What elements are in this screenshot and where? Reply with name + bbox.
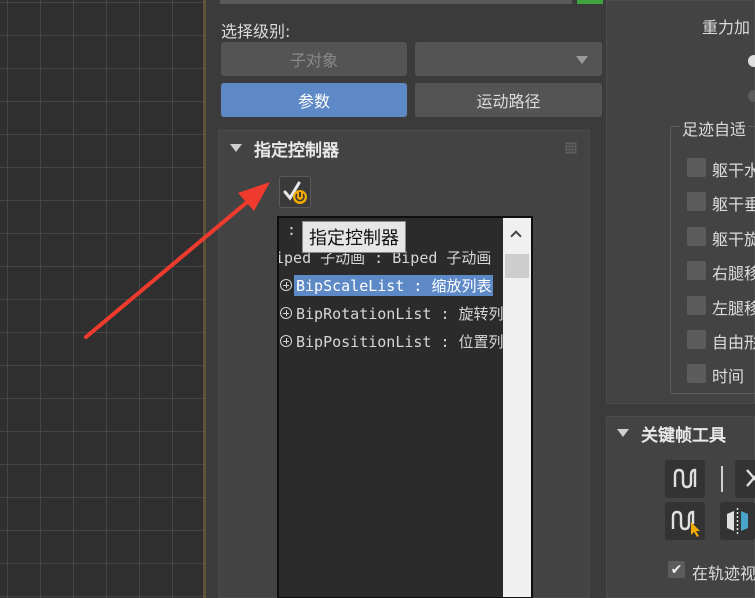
radio-button[interactable] (748, 90, 755, 102)
rollout-title: 指定控制器 (254, 140, 339, 161)
sub-object-button[interactable]: 子对象 (221, 42, 407, 76)
tree-row-label: : (287, 221, 297, 239)
assign-controller-rollout: 指定控制器 : iped 子动画 : Biped 子动画 BipScaleLis… (218, 130, 590, 598)
viewport-grid[interactable] (0, 0, 203, 598)
curve-cursor-icon (671, 510, 700, 537)
rollout-header[interactable]: 指定控制器 (219, 131, 589, 165)
checkbox-label: 躯干旋 (712, 230, 755, 249)
curve-tool-button[interactable] (665, 460, 705, 498)
gravity-label: 重力加 (702, 18, 751, 37)
checkbox-label: 躯干水 (712, 161, 755, 180)
tree-row[interactable]: : (285, 218, 298, 242)
radio-button[interactable] (748, 55, 755, 67)
checkbox[interactable] (687, 261, 706, 280)
checkbox[interactable] (687, 330, 706, 349)
mirror-tool-button[interactable] (720, 502, 755, 540)
delete-key-button[interactable] (735, 460, 755, 498)
keyframe-tools-title: 关键帧工具 (641, 425, 726, 446)
checkbox[interactable] (687, 192, 706, 211)
tree-scrollbar[interactable] (503, 218, 531, 597)
curve-icon (673, 468, 697, 489)
keyframe-tools-header[interactable]: 关键帧工具 (606, 416, 755, 450)
track-view-label: 在轨迹视 (692, 564, 755, 583)
chevron-down-icon (576, 56, 588, 64)
checkbox[interactable] (687, 227, 706, 246)
tree-row-label: BipPositionList : 位置列表 (296, 332, 519, 351)
tree-row-label: BipScaleList : 缩放列表 (294, 274, 494, 296)
color-swatch[interactable] (577, 0, 603, 4)
params-button[interactable]: 参数 (221, 83, 407, 117)
motion-paths-button[interactable]: 运动路径 (415, 83, 602, 117)
checkbox[interactable] (687, 296, 706, 315)
tree-row[interactable]: BipPositionList : 位置列表 (279, 329, 521, 353)
expand-plus-icon[interactable] (280, 335, 292, 347)
chevron-up-icon[interactable] (510, 230, 522, 242)
sub-object-dropdown[interactable] (415, 42, 602, 76)
toolbar-divider (721, 466, 723, 492)
collapse-triangle-icon (617, 429, 629, 437)
checkbox[interactable] (687, 364, 706, 383)
checkbox[interactable] (687, 158, 706, 177)
selection-level-label: 选择级别: (221, 22, 291, 41)
tree-row-selected[interactable]: BipScaleList : 缩放列表 (279, 273, 494, 297)
tooltip: 指定控制器 (302, 221, 406, 253)
assign-controller-icon (283, 181, 307, 204)
track-view-checkbox[interactable]: ✔ (668, 561, 685, 578)
checkbox-label: 左腿移 (712, 299, 755, 318)
mirror-icon (727, 508, 748, 534)
expand-plus-icon[interactable] (280, 307, 292, 319)
checkbox-label: 自由形 (712, 333, 755, 352)
assign-controller-button[interactable] (279, 176, 311, 208)
checkbox-label: 时间 (712, 367, 745, 386)
expand-plus-icon[interactable] (280, 279, 292, 291)
tree-row-label: BipRotationList : 旋转列表 (296, 304, 519, 323)
curve-select-tool-button[interactable] (665, 502, 705, 540)
scroll-thumb[interactable] (505, 254, 529, 278)
tree-row[interactable]: BipRotationList : 旋转列表 (279, 301, 521, 325)
panel-gap (206, 0, 214, 598)
close-icon (746, 469, 755, 487)
controller-tree[interactable]: : iped 子动画 : Biped 子动画 BipScaleList : 缩放… (277, 216, 533, 598)
checkbox-label: 右腿移 (712, 264, 755, 283)
top-field[interactable] (220, 0, 572, 4)
footstep-group-title: 足迹自适 (680, 116, 749, 140)
drag-grip-icon[interactable] (565, 142, 577, 154)
checkbox-label: 躯干垂 (712, 195, 755, 214)
collapse-triangle-icon (230, 144, 242, 152)
